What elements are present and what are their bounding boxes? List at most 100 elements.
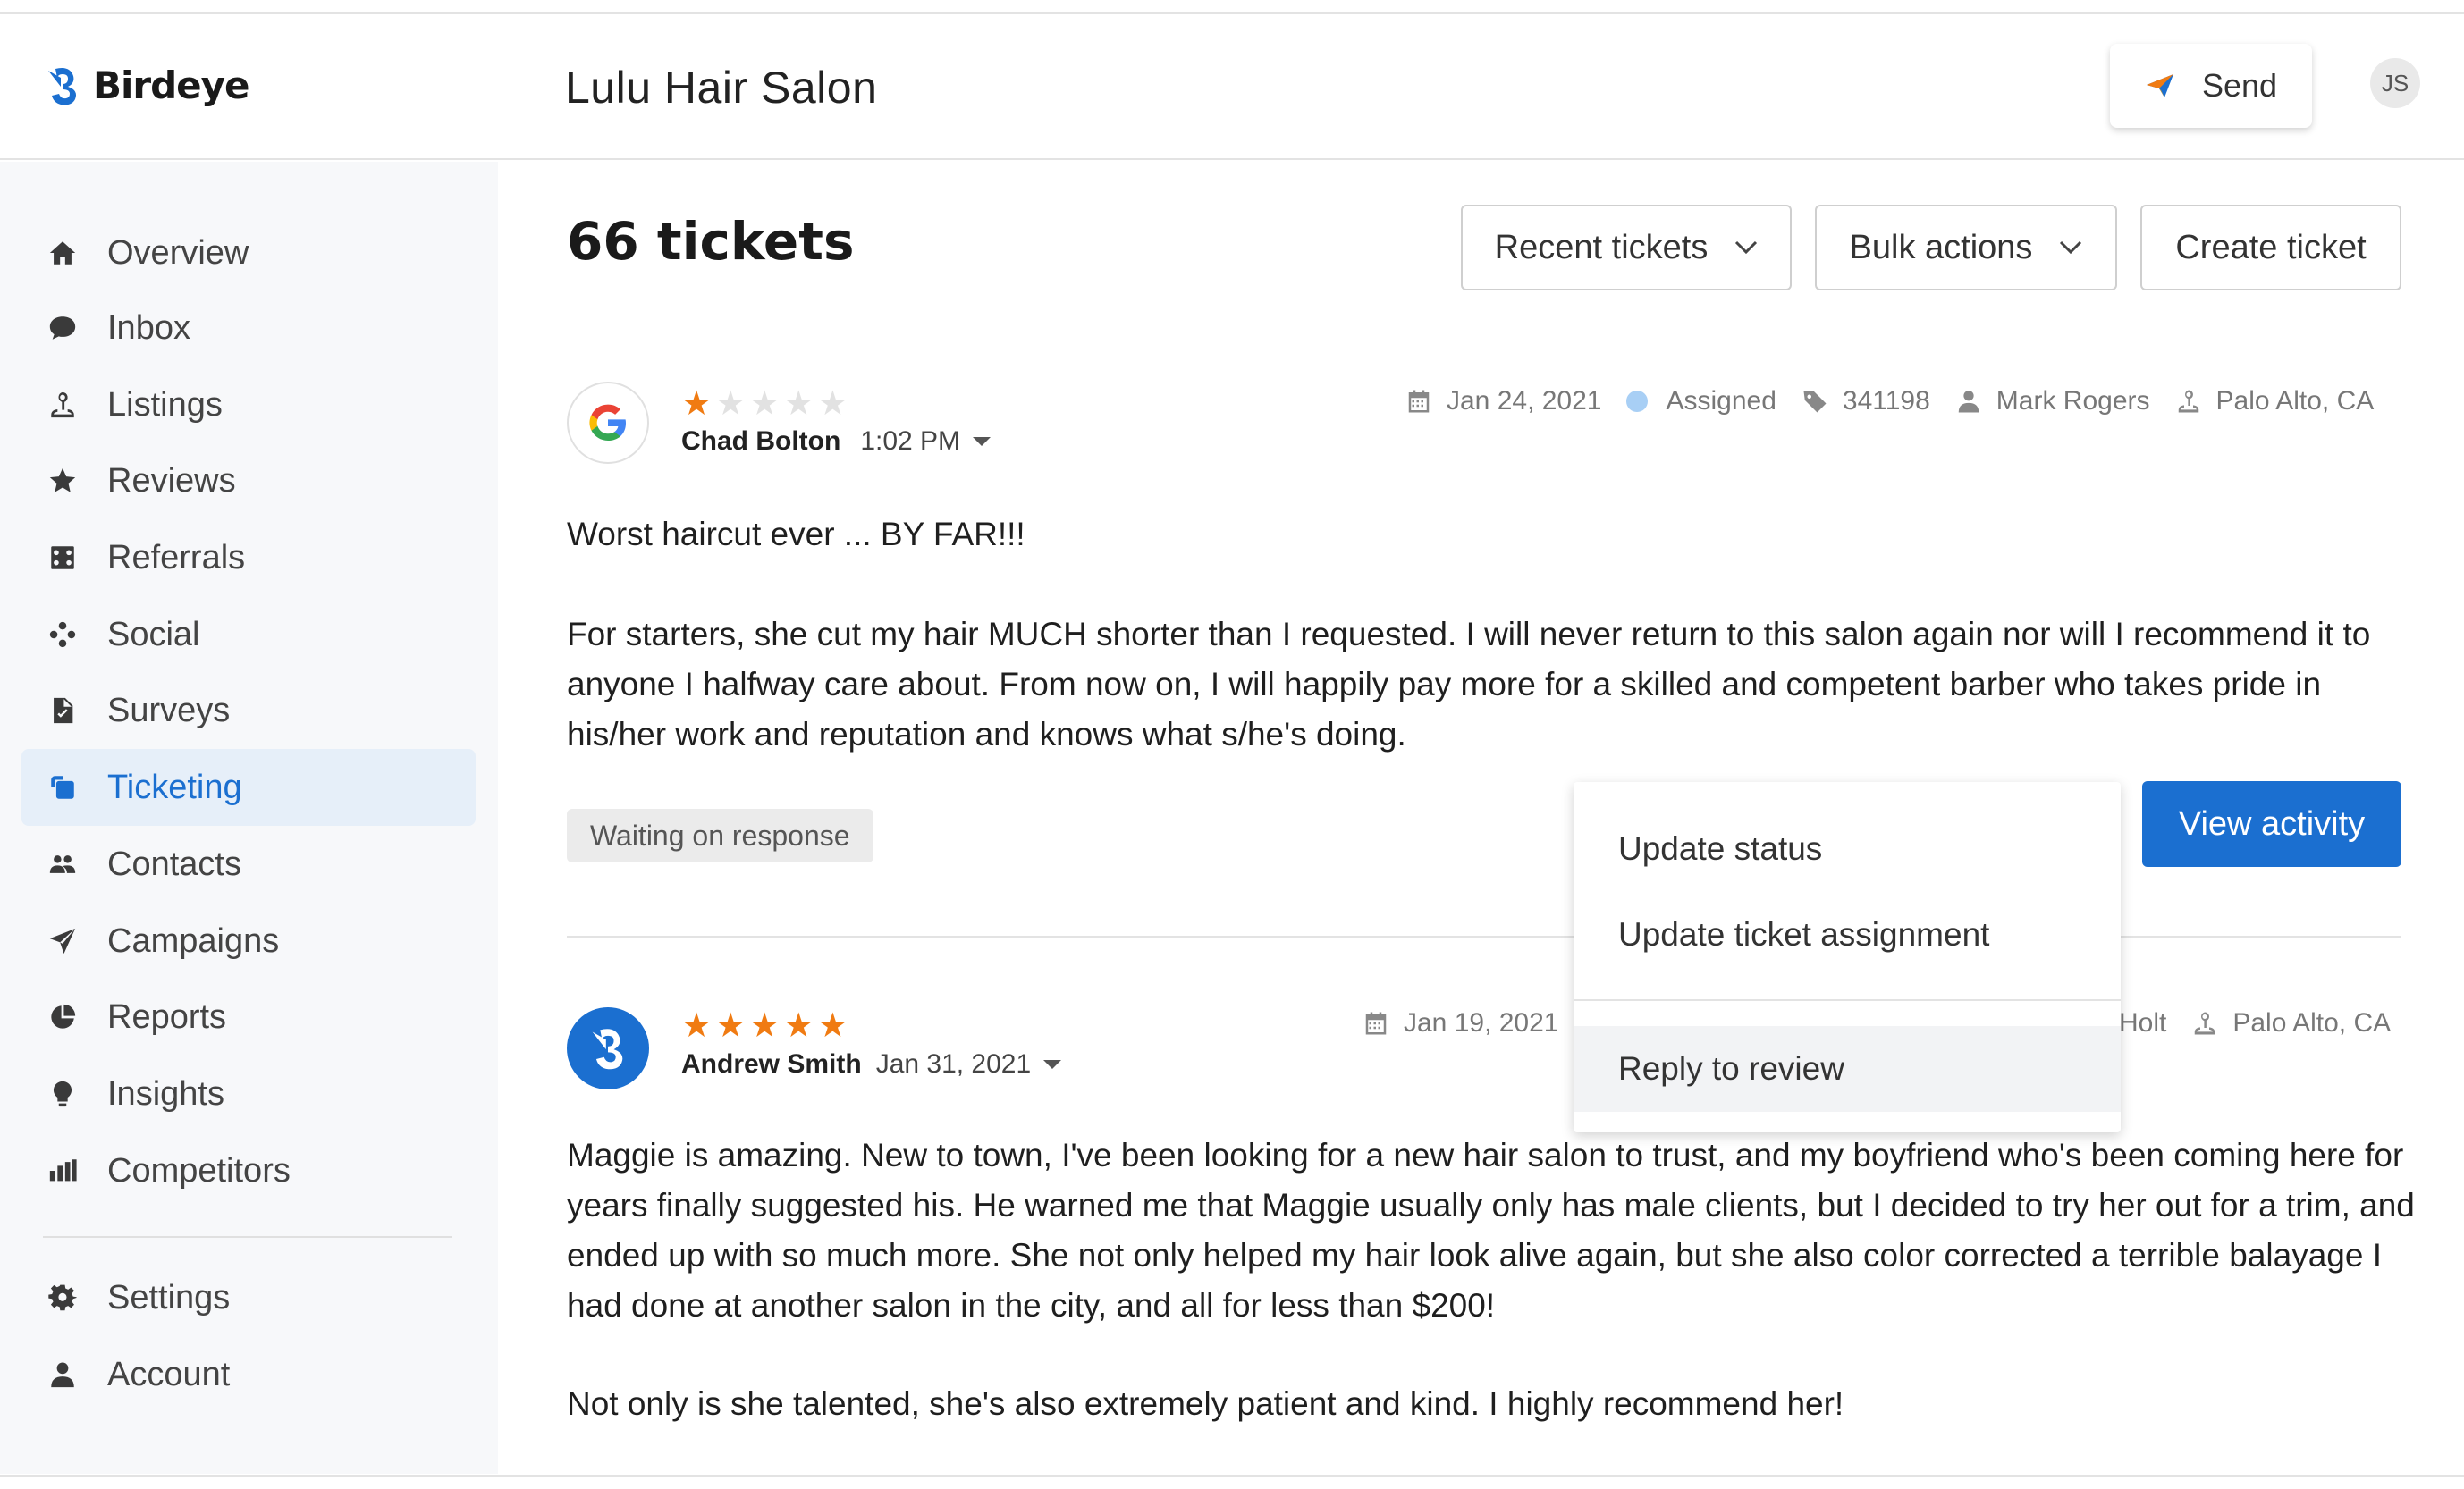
sidebar: Overview Inbox Listings Reviews Referral… (0, 162, 498, 1474)
send-plane-icon (2146, 74, 2173, 97)
sidebar-item-inbox[interactable]: Inbox (21, 290, 476, 366)
home-icon (45, 235, 80, 271)
sidebar-item-referrals[interactable]: Referrals (21, 519, 476, 596)
sidebar-item-label: Campaigns (107, 921, 280, 960)
review-body: For starters, she cut my hair MUCH short… (567, 616, 2371, 753)
menu-item-update-status[interactable]: Update status (1574, 806, 2121, 892)
sidebar-item-label: Inbox (107, 308, 190, 347)
pie-chart-icon (45, 999, 80, 1035)
top-border (0, 0, 2464, 14)
sidebar-item-social[interactable]: Social (21, 596, 476, 673)
calendar-icon (1365, 1012, 1387, 1035)
bulk-actions-label: Bulk actions (1849, 228, 2033, 266)
ticket-actions-menu: Update status Update ticket assignment R… (1574, 782, 2121, 1132)
google-icon (567, 382, 649, 464)
star-icon (45, 463, 80, 499)
sidebar-item-campaigns[interactable]: Campaigns (21, 903, 476, 980)
reviewer-line: Andrew Smith Jan 31, 2021 (681, 1049, 1062, 1080)
map-pin-icon (45, 387, 80, 423)
star-empty-icon: ★ (715, 385, 747, 423)
reviewer-name[interactable]: Chad Bolton (681, 426, 840, 457)
meta-status: Assigned (1626, 386, 1776, 416)
chevron-down-icon (1735, 240, 1758, 255)
bottom-border (0, 1475, 2464, 1489)
logo-text: Birdeye (93, 63, 250, 107)
star-filled-icon: ★ (749, 1007, 781, 1045)
birdeye-logo[interactable]: Birdeye (43, 63, 250, 107)
create-ticket-button[interactable]: Create ticket (2140, 205, 2401, 290)
sidebar-item-competitors[interactable]: Competitors (21, 1132, 476, 1209)
sidebar-item-label: Reports (107, 997, 227, 1036)
ticket-status: Assigned (1666, 386, 1776, 416)
birdeye-logo-icon (48, 67, 76, 105)
meta-date: Jan 24, 2021 (1405, 386, 1601, 416)
review-body-continued: Not only is she talented, she's also ext… (567, 1385, 1844, 1422)
star-empty-icon: ★ (783, 385, 814, 423)
ticket-location: Palo Alto, CA (2232, 1008, 2392, 1038)
sidebar-item-ticketing[interactable]: Ticketing (21, 749, 476, 826)
send-button[interactable]: Send (2110, 44, 2312, 128)
send-label: Send (2201, 67, 2278, 104)
menu-item-update-assignment[interactable]: Update ticket assignment (1574, 892, 2121, 978)
reviewer-name[interactable]: Andrew Smith (681, 1049, 862, 1080)
sidebar-item-reports[interactable]: Reports (21, 979, 476, 1056)
social-network-icon (45, 617, 80, 652)
ticket-meta: Jan 24, 2021 Assigned 341198 Mark Rogers… (1405, 386, 2374, 416)
sidebar-item-settings[interactable]: Settings (21, 1259, 476, 1336)
app-header: Birdeye Lulu Hair Salon Send JS (0, 17, 2464, 160)
ticket-id: 341198 (1842, 386, 1930, 416)
sidebar-item-label: Competitors (107, 1151, 291, 1190)
meta-location: Palo Alto, CA (2175, 386, 2375, 416)
calendar-icon (1408, 390, 1430, 413)
sidebar-item-label: Social (107, 615, 200, 653)
tickets-count-title: 66 tickets (567, 211, 855, 272)
status-badge[interactable]: Waiting on response (567, 809, 873, 862)
recent-tickets-label: Recent tickets (1494, 228, 1709, 266)
sidebar-item-listings[interactable]: Listings (21, 366, 476, 443)
bulk-actions-dropdown[interactable]: Bulk actions (1815, 205, 2117, 290)
review-time: 1:02 PM (860, 426, 961, 456)
contacts-icon (45, 846, 80, 882)
meta-assignee: Mark Rogers (1955, 386, 2150, 416)
sidebar-item-label: Overview (107, 233, 249, 272)
caret-down-icon[interactable] (1043, 1060, 1062, 1069)
reviewer-line: Chad Bolton 1:02 PM (681, 426, 992, 457)
ticket-location: Palo Alto, CA (2215, 386, 2375, 416)
sidebar-item-label: Referrals (107, 538, 246, 576)
meta-assignee: Holt (2119, 1008, 2166, 1039)
ticketing-icon (45, 770, 80, 805)
sidebar-item-account[interactable]: Account (21, 1336, 476, 1413)
bar-chart-icon (45, 1153, 80, 1189)
tag-icon (1803, 391, 1827, 413)
sidebar-item-reviews[interactable]: Reviews (21, 442, 476, 519)
lightbulb-icon (45, 1076, 80, 1112)
star-filled-icon: ★ (681, 385, 713, 423)
meta-ticket-id: 341198 (1802, 386, 1930, 416)
ticket-separator (567, 936, 2401, 938)
status-dot (1626, 391, 1649, 412)
user-avatar[interactable]: JS (2370, 58, 2420, 108)
meta-date: Jan 19, 2021 (1363, 1008, 1558, 1039)
view-activity-button[interactable]: View activity (2142, 781, 2401, 867)
caret-down-icon[interactable] (973, 437, 992, 446)
star-empty-icon: ★ (817, 385, 848, 423)
recent-tickets-dropdown[interactable]: Recent tickets (1461, 205, 1792, 290)
sidebar-item-surveys[interactable]: Surveys (21, 672, 476, 749)
referrals-icon (45, 540, 80, 576)
sidebar-item-label: Settings (107, 1278, 231, 1317)
ticket-meta-right: Holt Palo Alto, CA (2119, 1008, 2391, 1039)
sidebar-item-contacts[interactable]: Contacts (21, 826, 476, 903)
user-icon (1958, 391, 1979, 413)
sidebar-item-label: Reviews (107, 461, 236, 500)
sidebar-item-overview[interactable]: Overview (21, 215, 476, 291)
gear-icon (45, 1280, 80, 1316)
ticket-date: Jan 24, 2021 (1447, 386, 1602, 416)
sidebar-item-label: Insights (107, 1074, 224, 1113)
menu-item-reply-to-review[interactable]: Reply to review (1574, 1026, 2121, 1112)
menu-divider (1574, 999, 2121, 1001)
map-pin-icon (2195, 1012, 2215, 1035)
ticket-assignee[interactable]: Holt (2119, 1008, 2166, 1039)
user-icon (45, 1357, 80, 1392)
sidebar-item-insights[interactable]: Insights (21, 1056, 476, 1132)
ticket-assignee[interactable]: Mark Rogers (1996, 386, 2150, 416)
